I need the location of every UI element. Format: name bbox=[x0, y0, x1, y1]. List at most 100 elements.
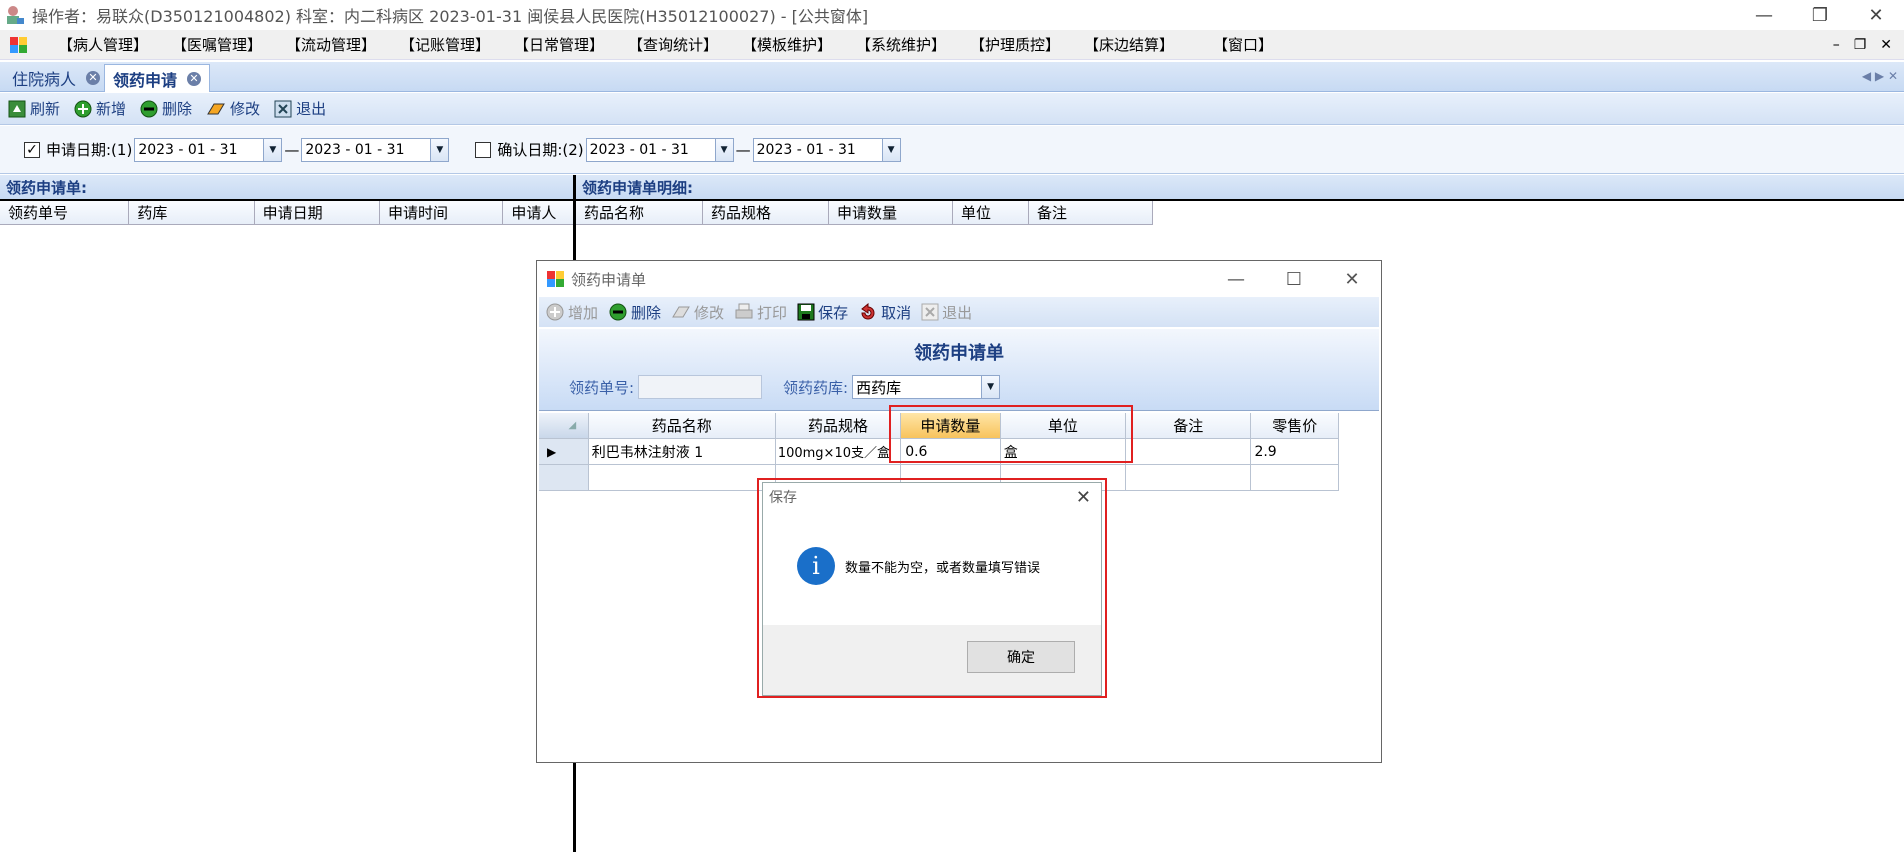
menu-patient[interactable]: 【病人管理】 bbox=[46, 34, 160, 55]
app-logo-icon bbox=[10, 36, 27, 53]
print-icon bbox=[735, 303, 753, 319]
col-header[interactable]: 药品规格 bbox=[775, 413, 902, 439]
dialog-form-header: 领药申请单 领药单号: 领药药库: 西药库 ▼ bbox=[539, 329, 1379, 411]
request-detail-title: 领药申请单明细: bbox=[576, 175, 1904, 201]
exit-icon bbox=[274, 100, 292, 117]
dropdown-arrow-icon[interactable]: ▼ bbox=[430, 138, 449, 161]
dialog-title: 领药申请单 bbox=[571, 270, 647, 289]
main-toolbar: 刷新 新增 删除 修改 退出 bbox=[0, 93, 1904, 125]
add-icon bbox=[74, 100, 92, 117]
apply-date-label: 申请日期:(1) bbox=[46, 141, 133, 159]
close-button[interactable]: ✕ bbox=[1848, 0, 1904, 30]
highlight-annotation bbox=[889, 405, 1133, 463]
dialog-delete-button[interactable]: 删除 bbox=[608, 302, 661, 323]
restore-button[interactable]: ❐ bbox=[1792, 0, 1848, 30]
cell-note[interactable] bbox=[1126, 439, 1252, 465]
row-selector[interactable] bbox=[539, 465, 589, 491]
mdi-restore-button[interactable]: ❐ bbox=[1854, 37, 1867, 53]
col-header[interactable]: 零售价 bbox=[1251, 413, 1339, 439]
confirm-date-from[interactable]: 2023 - 01 - 31 ▼ bbox=[585, 137, 734, 162]
dialog-close-button[interactable]: ✕ bbox=[1323, 261, 1381, 297]
exit-button[interactable]: 退出 bbox=[274, 98, 326, 119]
dropdown-arrow-icon[interactable]: ▼ bbox=[263, 138, 282, 161]
apply-date-checkbox[interactable]: ✓ bbox=[24, 141, 40, 158]
apply-date-from[interactable]: 2023 - 01 - 31 ▼ bbox=[134, 137, 283, 162]
window-title-bar: 操作者：易联众(D350121004802) 科室：内二科病区 2023-01-… bbox=[0, 0, 1904, 30]
menu-orders[interactable]: 【医嘱管理】 bbox=[160, 34, 274, 55]
tab-drug-request[interactable]: 领药申请 ✕ bbox=[104, 64, 211, 92]
col-header[interactable]: 药品名称 bbox=[576, 201, 703, 224]
menu-flow[interactable]: 【流动管理】 bbox=[274, 34, 388, 55]
confirm-date-to[interactable]: 2023 - 01 - 31 ▼ bbox=[752, 137, 901, 162]
menu-daily[interactable]: 【日常管理】 bbox=[502, 34, 616, 55]
mdi-minimize-button[interactable]: – bbox=[1833, 37, 1840, 53]
edit-icon bbox=[672, 306, 690, 318]
dialog-print-button[interactable]: 打印 bbox=[734, 302, 787, 323]
col-header[interactable]: 备注 bbox=[1126, 413, 1252, 439]
refresh-icon bbox=[8, 100, 26, 117]
col-header[interactable]: 申请日期 bbox=[255, 201, 380, 224]
dialog-edit-button[interactable]: 修改 bbox=[671, 302, 724, 323]
tab-close-icon[interactable]: ✕ bbox=[187, 71, 202, 86]
document-tab-bar: 住院病人 ✕ 领药申请 ✕ ◀ ▶ ✕ bbox=[0, 62, 1904, 92]
dropdown-arrow-icon[interactable]: ▼ bbox=[881, 138, 900, 161]
dialog-add-button[interactable]: 增加 bbox=[545, 302, 598, 323]
dialog-minimize-button[interactable]: — bbox=[1207, 261, 1265, 297]
col-header[interactable]: 申请人 bbox=[503, 201, 573, 224]
col-header[interactable]: 单位 bbox=[953, 201, 1029, 224]
date-separator: — bbox=[735, 140, 751, 159]
order-no-input[interactable] bbox=[638, 375, 763, 399]
pharmacy-field: 领药药库: 西药库 ▼ bbox=[783, 375, 1001, 399]
dialog-exit-button[interactable]: 退出 bbox=[921, 302, 972, 323]
col-header[interactable]: 药品规格 bbox=[703, 201, 829, 224]
request-list-panel: 领药申请单: 领药单号 药库 申请日期 申请时间 申请人 bbox=[0, 175, 576, 852]
refresh-button[interactable]: 刷新 bbox=[8, 98, 60, 119]
menu-query[interactable]: 【查询统计】 bbox=[616, 34, 730, 55]
col-header[interactable]: 领药单号 bbox=[0, 201, 130, 224]
row-selector-icon[interactable]: ▶ bbox=[539, 439, 589, 465]
col-header[interactable]: 申请时间 bbox=[380, 201, 504, 224]
col-header[interactable]: 药库 bbox=[129, 201, 255, 224]
apply-date-to[interactable]: 2023 - 01 - 31 ▼ bbox=[301, 137, 450, 162]
cell-empty[interactable] bbox=[588, 465, 776, 491]
cell-price[interactable]: 2.9 bbox=[1251, 439, 1339, 465]
confirm-date-checkbox[interactable] bbox=[475, 141, 492, 158]
date-filter-bar: ✓ 申请日期:(1) 2023 - 01 - 31 ▼ — 2023 - 01 -… bbox=[0, 126, 1904, 174]
grid-corner[interactable]: ◢ bbox=[539, 413, 589, 439]
menu-system[interactable]: 【系统维护】 bbox=[844, 34, 958, 55]
dialog-title-bar: 领药申请单 — ☐ ✕ bbox=[537, 261, 1381, 297]
mdi-close-button[interactable]: ✕ bbox=[1880, 37, 1892, 53]
col-header[interactable]: 备注 bbox=[1029, 201, 1153, 224]
col-header[interactable]: 申请数量 bbox=[829, 201, 953, 224]
dialog-app-icon bbox=[547, 271, 564, 287]
tab-label: 领药申请 bbox=[113, 70, 178, 90]
delete-button[interactable]: 删除 bbox=[140, 98, 192, 119]
edit-icon bbox=[207, 103, 225, 114]
col-header[interactable]: 药品名称 bbox=[588, 413, 776, 439]
menu-nursing-qc[interactable]: 【护理质控】 bbox=[958, 34, 1072, 55]
minimize-button[interactable]: — bbox=[1736, 0, 1792, 30]
dialog-save-button[interactable]: 保存 bbox=[797, 302, 848, 323]
tab-inpatients[interactable]: 住院病人 ✕ bbox=[4, 64, 108, 92]
save-icon bbox=[797, 303, 815, 321]
add-button[interactable]: 新增 bbox=[74, 98, 126, 119]
dialog-maximize-button[interactable]: ☐ bbox=[1265, 261, 1323, 297]
edit-button[interactable]: 修改 bbox=[206, 98, 260, 119]
menu-bedside[interactable]: 【床边结算】 bbox=[1072, 34, 1186, 55]
dropdown-arrow-icon[interactable]: ▼ bbox=[981, 376, 1000, 398]
dropdown-arrow-icon[interactable]: ▼ bbox=[714, 138, 733, 161]
menu-template[interactable]: 【模板维护】 bbox=[730, 34, 844, 55]
menu-bar: 【病人管理】 【医嘱管理】 【流动管理】 【记账管理】 【日常管理】 【查询统计… bbox=[0, 30, 1904, 60]
cell-empty[interactable] bbox=[1251, 465, 1339, 491]
cell-drug-spec[interactable]: 100mg×10支／盒 bbox=[775, 439, 902, 465]
menu-window[interactable]: 【窗口】 bbox=[1186, 34, 1300, 55]
cell-empty[interactable] bbox=[1126, 465, 1252, 491]
cell-drug-name[interactable]: 利巴韦林注射液 1 bbox=[588, 439, 776, 465]
pharmacy-select[interactable]: 西药库 ▼ bbox=[852, 375, 1001, 399]
dialog-cancel-button[interactable]: 取消 bbox=[858, 302, 911, 323]
tab-scroll-arrows[interactable]: ◀ ▶ ✕ bbox=[1862, 69, 1898, 83]
exit-icon bbox=[921, 303, 939, 321]
delete-icon bbox=[140, 100, 158, 117]
tab-close-icon[interactable]: ✕ bbox=[86, 71, 101, 85]
menu-billing[interactable]: 【记账管理】 bbox=[388, 34, 502, 55]
